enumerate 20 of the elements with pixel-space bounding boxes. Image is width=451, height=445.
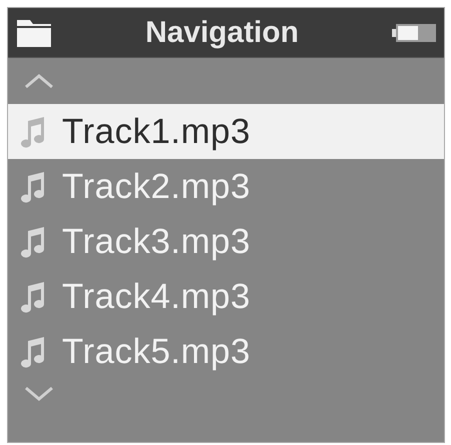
track-item[interactable]: Track4.mp3 xyxy=(8,269,444,324)
track-item[interactable]: Track2.mp3 xyxy=(8,159,444,214)
track-item[interactable]: Track3.mp3 xyxy=(8,214,444,269)
track-item[interactable]: Track5.mp3 xyxy=(8,324,444,379)
track-name: Track3.mp3 xyxy=(62,224,250,259)
track-item[interactable]: Track1.mp3 xyxy=(8,104,444,159)
track-name: Track4.mp3 xyxy=(62,279,250,314)
scroll-up-icon[interactable] xyxy=(24,73,54,89)
music-note-icon xyxy=(20,280,46,314)
battery-icon xyxy=(392,22,436,42)
folder-icon xyxy=(16,18,52,48)
screen-title: Navigation xyxy=(145,18,299,48)
music-note-icon xyxy=(20,114,46,148)
music-note-icon xyxy=(20,170,46,204)
music-note-icon xyxy=(20,224,46,258)
music-note-icon xyxy=(20,334,46,368)
scroll-down-icon[interactable] xyxy=(24,386,54,402)
track-name: Track2.mp3 xyxy=(62,169,250,204)
track-name: Track5.mp3 xyxy=(62,334,250,369)
track-name: Track1.mp3 xyxy=(62,114,250,149)
